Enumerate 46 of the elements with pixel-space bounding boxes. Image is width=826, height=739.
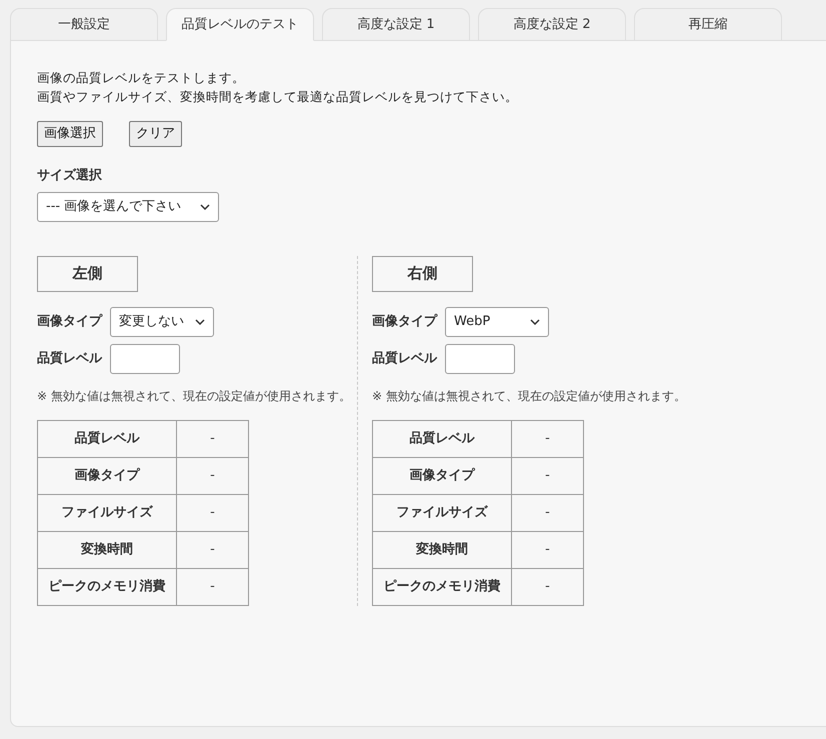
tab[interactable]: 品質レベルのテスト <box>166 8 314 41</box>
table-header-cell: ピークのメモリ消費 <box>372 568 512 605</box>
table-header-cell: 変換時間 <box>38 531 176 568</box>
table-header-cell: 画像タイプ <box>38 457 176 494</box>
table-header-cell: ファイルサイズ <box>38 494 176 531</box>
side-heading: 右側 <box>372 256 473 292</box>
size-select[interactable]: --- 画像を選んで下さい <box>37 192 219 222</box>
quality-label: 品質レベル <box>37 350 102 368</box>
action-button[interactable]: 画像選択 <box>37 121 103 147</box>
quality-input-field[interactable] <box>110 344 180 374</box>
tab[interactable]: 再圧縮 <box>634 8 782 41</box>
action-button[interactable]: クリア <box>129 121 182 147</box>
table-header-cell: 画像タイプ <box>372 457 512 494</box>
table-cell: - <box>176 531 248 568</box>
table-cell: - <box>512 531 584 568</box>
table-cell: - <box>176 494 248 531</box>
side-heading: 左側 <box>37 256 138 292</box>
table-cell: - <box>512 457 584 494</box>
size-select-label: サイズ選択 <box>37 167 103 185</box>
table-header-cell: ファイルサイズ <box>372 494 512 531</box>
table-cell: - <box>512 568 584 605</box>
intro-text: 画像の品質レベルをテストします。 <box>37 69 246 87</box>
image-type-label: 画像タイプ <box>37 312 102 331</box>
table-cell: - <box>176 420 248 457</box>
image-type-label: 画像タイプ <box>372 312 437 331</box>
quality-label: 品質レベル <box>372 350 437 368</box>
table-cell: - <box>512 420 584 457</box>
tab[interactable]: 一般設定 <box>10 8 158 41</box>
note-text: ※ 無効な値は無視されて、現在の設定値が使用されます。 <box>372 388 686 404</box>
table-cell: - <box>176 568 248 605</box>
table-cell: - <box>176 457 248 494</box>
table-header-cell: 変換時間 <box>372 531 512 568</box>
intro-text: 画質やファイルサイズ、変換時間を考慮して最適な品質レベルを見つけて下さい。 <box>37 88 519 106</box>
table-cell: - <box>512 494 584 531</box>
chevron-down-icon <box>530 318 540 324</box>
quality-input-field[interactable] <box>445 344 515 374</box>
note-text: ※ 無効な値は無視されて、現在の設定値が使用されます。 <box>37 388 352 404</box>
tab[interactable]: 高度な設定 2 <box>478 8 626 41</box>
table-header-cell: 品質レベル <box>372 420 512 457</box>
image-type-select[interactable]: 変更しない <box>110 306 214 336</box>
table-header-cell: ピークのメモリ消費 <box>38 568 176 605</box>
chevron-down-icon <box>195 318 205 324</box>
tab[interactable]: 高度な設定 1 <box>322 8 470 41</box>
table-header-cell: 品質レベル <box>38 420 176 457</box>
chevron-down-icon <box>200 204 210 210</box>
image-type-select[interactable]: WebP <box>445 306 549 336</box>
